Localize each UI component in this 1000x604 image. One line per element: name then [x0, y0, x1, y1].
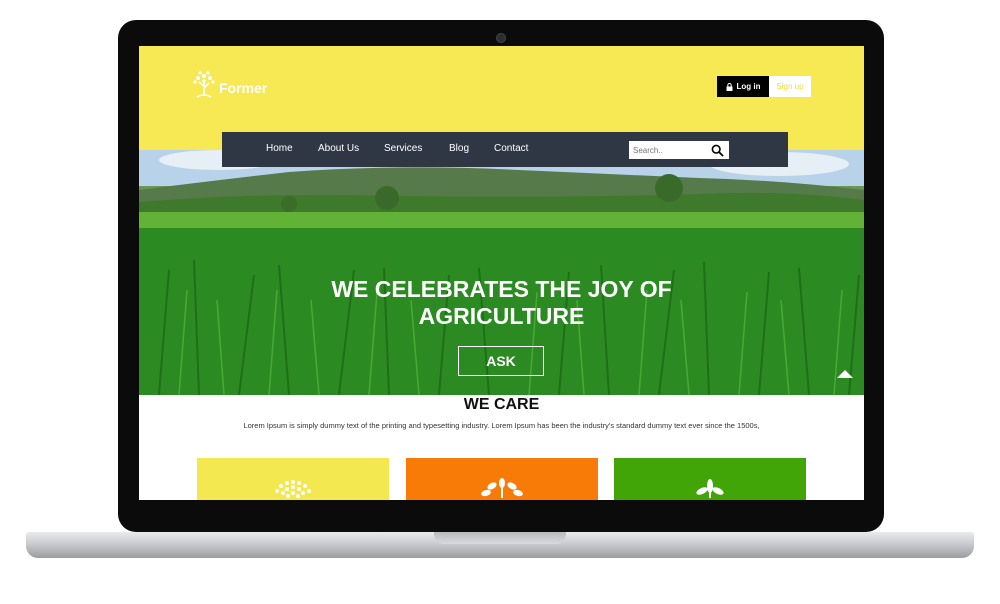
ask-button[interactable]: ASK — [458, 346, 544, 376]
nav-item-services[interactable]: Services — [384, 143, 422, 154]
service-card-2[interactable] — [406, 458, 598, 500]
logo-text: Former — [219, 80, 268, 96]
signup-button[interactable]: Sign up — [769, 76, 811, 97]
service-card-3[interactable] — [614, 458, 806, 500]
nav-item-contact[interactable]: Contact — [494, 143, 528, 154]
camera-icon — [496, 33, 506, 43]
search-icon[interactable] — [711, 144, 724, 157]
nav-item-about-us[interactable]: About Us — [318, 143, 359, 154]
lock-icon — [726, 82, 732, 91]
hero-title: WE CELEBRATES THE JOY OF AGRICULTURE — [139, 276, 864, 330]
tree-logo-icon — [193, 71, 215, 98]
logo[interactable]: Former — [191, 70, 267, 100]
hero-title-line1: WE CELEBRATES THE JOY OF — [331, 276, 672, 302]
main-nav: Home About Us Services Blog Contact — [222, 132, 788, 167]
service-card-1[interactable] — [197, 458, 389, 500]
hero-banner: WE CELEBRATES THE JOY OF AGRICULTURE ASK — [139, 150, 864, 395]
plant-branch-icon — [481, 478, 523, 498]
section-title: WE CARE — [463, 396, 540, 413]
section-description: Lorem Ipsum is simply dummy text of the … — [243, 421, 760, 430]
hero-title-line2: AGRICULTURE — [418, 303, 585, 329]
nav-item-blog[interactable]: Blog — [449, 143, 469, 154]
sprout-icon — [696, 479, 724, 498]
nav-item-home[interactable]: Home — [266, 143, 293, 154]
tree-dots-icon — [275, 480, 311, 498]
login-label: Log in — [736, 82, 761, 91]
search-input[interactable] — [633, 143, 703, 157]
scroll-top-icon[interactable] — [837, 370, 853, 378]
laptop-notch — [434, 532, 566, 544]
website-screen: Former Log in Sign up WE CELEBRATES THE … — [139, 46, 864, 500]
login-button[interactable]: Log in — [717, 76, 769, 97]
search-box — [629, 141, 729, 159]
